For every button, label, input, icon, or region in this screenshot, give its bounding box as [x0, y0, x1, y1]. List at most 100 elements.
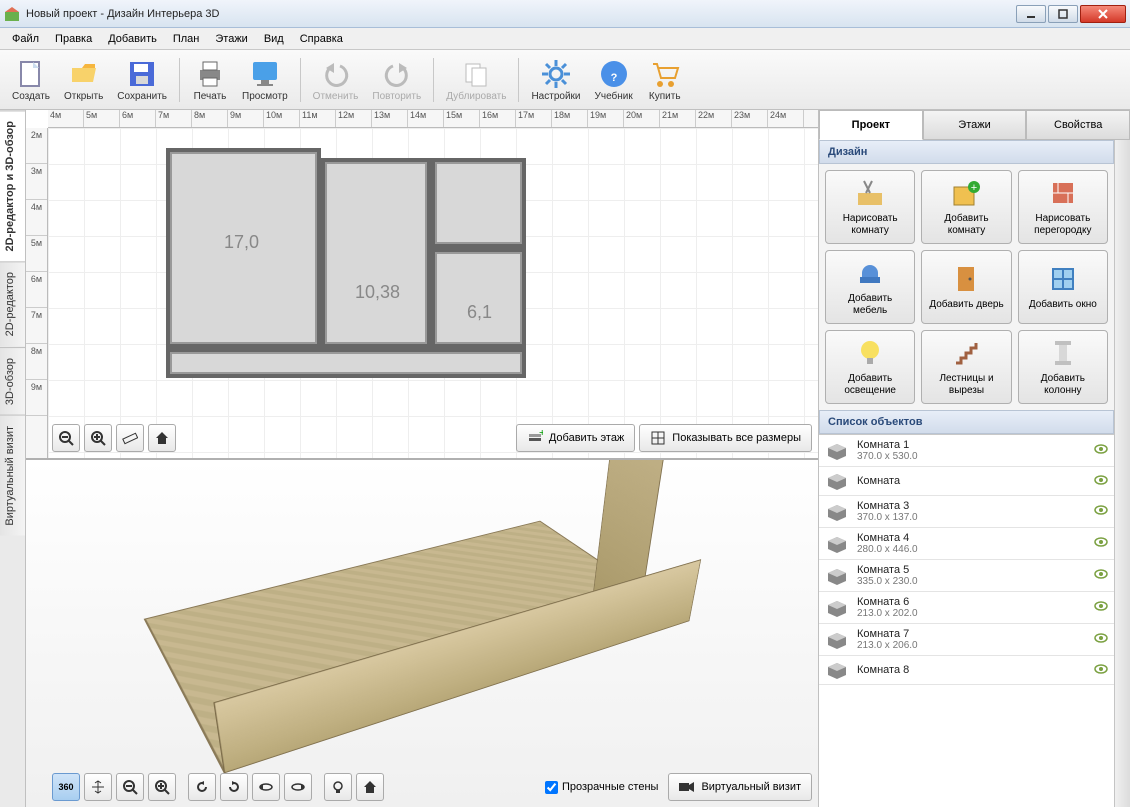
design-door-button[interactable]: Добавить дверь — [921, 250, 1011, 324]
object-list-item[interactable]: Комната 1370.0 x 530.0 — [819, 435, 1114, 467]
design-chair-button[interactable]: Добавить мебель — [825, 250, 915, 324]
object-name: Комната 1 — [857, 439, 1086, 451]
printer-icon — [194, 58, 226, 90]
object-list[interactable]: Комната 1370.0 x 530.0КомнатаКомната 337… — [819, 434, 1114, 807]
visibility-eye-icon[interactable] — [1094, 633, 1108, 646]
help-button[interactable]: ?Учебник — [589, 56, 639, 104]
pan-button[interactable] — [84, 773, 112, 801]
objects-section-header: Список объектов — [819, 410, 1114, 434]
menu-Правка[interactable]: Правка — [49, 31, 98, 47]
redo-button: Повторить — [366, 56, 427, 104]
right-tab-Проект[interactable]: Проект — [819, 110, 923, 140]
visibility-eye-icon[interactable] — [1094, 444, 1108, 457]
stairs-icon — [950, 337, 982, 369]
lighting-button[interactable] — [324, 773, 352, 801]
object-list-item[interactable]: Комната 7213.0 x 206.0 — [819, 624, 1114, 656]
menu-Этажи[interactable]: Этажи — [209, 31, 253, 47]
visibility-eye-icon[interactable] — [1094, 569, 1108, 582]
design-stairs-button[interactable]: Лестницы и вырезы — [921, 330, 1011, 404]
design-window-button[interactable]: Добавить окно — [1018, 250, 1108, 324]
zoom-in-3d-button[interactable] — [148, 773, 176, 801]
object-list-item[interactable]: Комната 5335.0 x 230.0 — [819, 560, 1114, 592]
maximize-button[interactable] — [1048, 5, 1078, 23]
object-name: Комната 7 — [857, 628, 1086, 640]
minimize-button[interactable] — [1016, 5, 1046, 23]
object-dimensions: 370.0 x 137.0 — [857, 512, 1086, 523]
zoom-out-button[interactable] — [52, 424, 80, 452]
object-list-item[interactable]: Комната — [819, 467, 1114, 496]
object-name: Комната 8 — [857, 664, 1086, 676]
toolbar-separator — [179, 58, 180, 102]
menu-Добавить[interactable]: Добавить — [102, 31, 163, 47]
window-title: Новый проект - Дизайн Интерьера 3D — [26, 8, 1016, 20]
object-list-item[interactable]: Комната 6213.0 x 202.0 — [819, 592, 1114, 624]
buy-button[interactable]: Купить — [641, 56, 689, 104]
room-icon — [825, 630, 849, 650]
room-icon — [825, 534, 849, 554]
canvas-2d[interactable]: 4м5м6м7м8м9м10м11м12м13м14м15м16м17м18м1… — [26, 110, 818, 460]
visibility-eye-icon[interactable] — [1094, 664, 1108, 677]
orbit-left-button[interactable] — [252, 773, 280, 801]
undo-button: Отменить — [307, 56, 365, 104]
rotate-left-button[interactable] — [188, 773, 216, 801]
print-button[interactable]: Печать — [186, 56, 234, 104]
room-area: 17,0 — [224, 232, 259, 253]
open-button[interactable]: Открыть — [58, 56, 109, 104]
home-3d-button[interactable] — [356, 773, 384, 801]
toolbar-separator — [433, 58, 434, 102]
redo-icon — [381, 58, 413, 90]
360-button[interactable]: 360 — [52, 773, 80, 801]
add-floor-button[interactable]: +Добавить этаж — [516, 424, 635, 452]
home-button[interactable] — [148, 424, 176, 452]
close-button[interactable] — [1080, 5, 1126, 23]
transparent-walls-checkbox[interactable]: Прозрачные стены — [539, 781, 664, 794]
design-column-button[interactable]: Добавить колонну — [1018, 330, 1108, 404]
menu-Справка[interactable]: Справка — [294, 31, 349, 47]
zoom-out-3d-button[interactable] — [116, 773, 144, 801]
object-list-item[interactable]: Комната 4280.0 x 446.0 — [819, 528, 1114, 560]
object-list-item[interactable]: Комната 3370.0 x 137.0 — [819, 496, 1114, 528]
visibility-eye-icon[interactable] — [1094, 505, 1108, 518]
menu-Вид[interactable]: Вид — [258, 31, 290, 47]
bulb-icon — [854, 337, 886, 369]
scrollbar[interactable] — [1114, 140, 1130, 807]
virtual-visit-button[interactable]: Виртуальный визит — [668, 773, 812, 801]
object-list-item[interactable]: Комната 8 — [819, 656, 1114, 685]
show-dimensions-button[interactable]: Показывать все размеры — [639, 424, 812, 452]
object-name: Комната 4 — [857, 532, 1086, 544]
zoom-in-button[interactable] — [84, 424, 112, 452]
toolbar-separator — [518, 58, 519, 102]
side-tab-2[interactable]: 3D-обзор — [0, 347, 25, 415]
design-draw-room-button[interactable]: Нарисовать комнату — [825, 170, 915, 244]
menu-Файл[interactable]: Файл — [6, 31, 45, 47]
settings-button[interactable]: Настройки — [525, 56, 586, 104]
rotate-right-button[interactable] — [220, 773, 248, 801]
menu-План[interactable]: План — [167, 31, 206, 47]
add-room-icon: + — [950, 177, 982, 209]
design-bulb-button[interactable]: Добавить освещение — [825, 330, 915, 404]
canvas-3d[interactable]: 360 Прозрачные стены Виртуальный визит — [26, 460, 818, 807]
house-3d-model — [176, 490, 656, 750]
object-dimensions: 335.0 x 230.0 — [857, 576, 1086, 587]
ruler-button[interactable] — [116, 424, 144, 452]
right-tab-Свойства[interactable]: Свойства — [1026, 110, 1130, 140]
create-button[interactable]: Создать — [6, 56, 56, 104]
ruler-vertical: 2м3м4м5м6м7м8м9м — [26, 128, 48, 458]
save-button[interactable]: Сохранить — [111, 56, 173, 104]
orbit-right-button[interactable] — [284, 773, 312, 801]
side-tab-0[interactable]: 2D-редактор и 3D-обзор — [0, 110, 25, 261]
visibility-eye-icon[interactable] — [1094, 601, 1108, 614]
svg-text:?: ? — [610, 72, 617, 84]
preview-button[interactable]: Просмотр — [236, 56, 294, 104]
side-tab-3[interactable]: Виртуальный визит — [0, 415, 25, 536]
cart-icon — [649, 58, 681, 90]
side-tab-1[interactable]: 2D-редактор — [0, 261, 25, 346]
design-partition-button[interactable]: Нарисовать перегородку — [1018, 170, 1108, 244]
room-icon — [825, 441, 849, 461]
right-tab-Этажи[interactable]: Этажи — [923, 110, 1027, 140]
visibility-eye-icon[interactable] — [1094, 475, 1108, 488]
visibility-eye-icon[interactable] — [1094, 537, 1108, 550]
file-new-icon — [15, 58, 47, 90]
duplicate-button: Дублировать — [440, 56, 512, 104]
design-add-room-button[interactable]: +Добавить комнату — [921, 170, 1011, 244]
